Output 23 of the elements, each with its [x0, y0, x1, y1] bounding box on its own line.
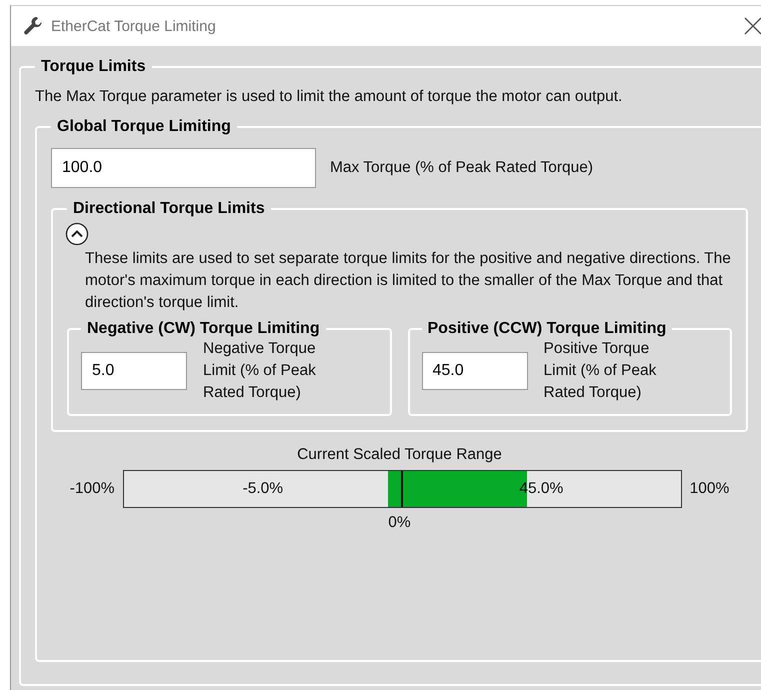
- zero-label: 0%: [388, 514, 411, 532]
- window-title: EtherCat Torque Limiting: [51, 18, 216, 34]
- group-title: Negative (CW) Torque Limiting: [86, 320, 321, 338]
- group-title: Positive (CCW) Torque Limiting: [426, 320, 668, 338]
- positive-limit-field[interactable]: 45.0: [422, 352, 528, 390]
- min-label: -100%: [70, 479, 115, 499]
- negative-value: -5.0%: [242, 480, 284, 498]
- description-text: The Max Torque parameter is used to limit the amount of torque the motor can output.: [35, 87, 624, 107]
- group-title: Directional Torque Limits: [72, 200, 266, 218]
- negative-limit-field[interactable]: 5.0: [81, 352, 187, 390]
- positive-limit-label: Positive Torque Limit (% of Peak Rated Torque): [544, 339, 658, 403]
- description-text: These limits are used to set separate torque limits for the positive and negative directions. The motor's maximum torque in each direction is limited to the smaller of the Max Torque and that direction's torque limit.: [85, 249, 732, 313]
- field-label: Max Torque (% of Peak Rated Torque): [330, 158, 594, 178]
- collapse-toggle[interactable]: [65, 222, 89, 246]
- zero-line: [401, 471, 404, 507]
- range-title: Current Scaled Torque Range: [297, 446, 502, 464]
- max-label: 100%: [690, 479, 730, 499]
- max-torque-field[interactable]: 100.0: [51, 148, 316, 188]
- wrench-icon: [23, 16, 43, 36]
- negative-limit-label: Negative Torque Limit (% of Peak Rated Torque): [203, 339, 317, 403]
- close-icon[interactable]: [744, 17, 761, 35]
- group-title: Global Torque Limiting: [56, 118, 232, 136]
- group-title: Torque Limits: [40, 58, 147, 76]
